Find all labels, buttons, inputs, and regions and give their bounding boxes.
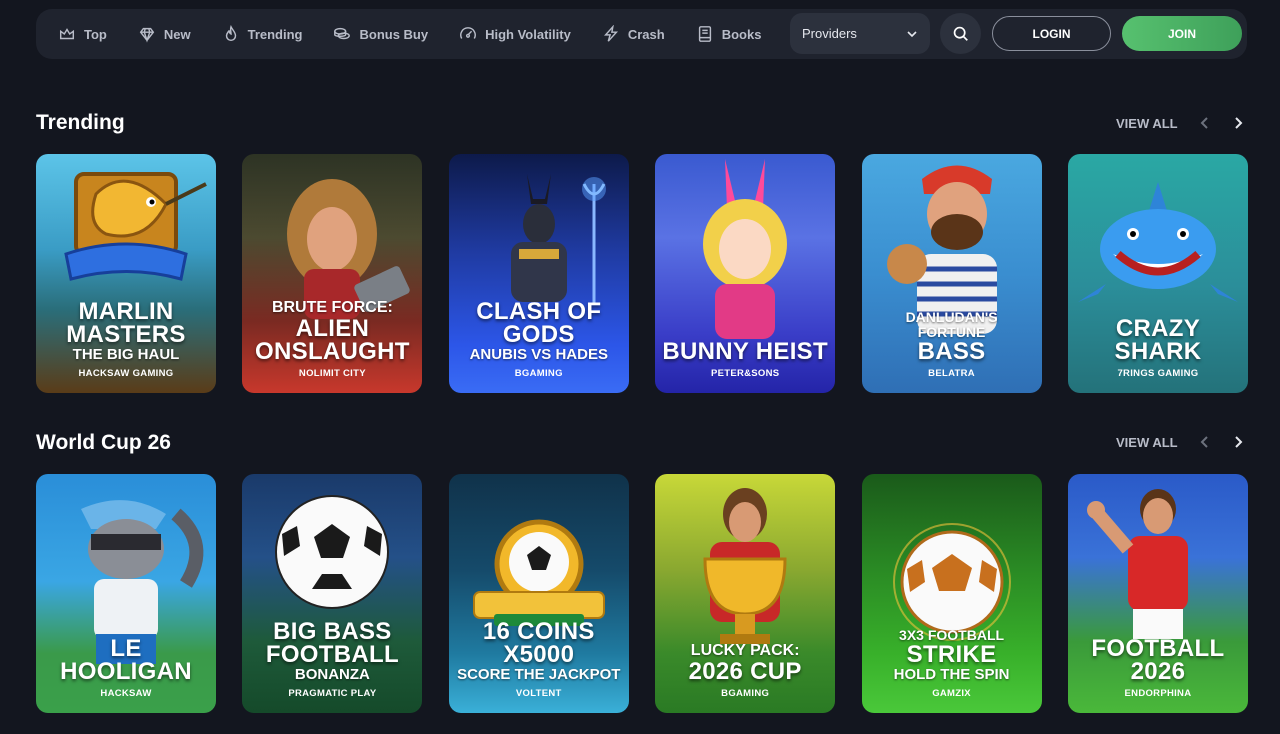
nav-item-new[interactable]: New	[138, 25, 191, 43]
game-title-block: FOOTBALL 2026 ENDORPHINA	[1068, 635, 1248, 700]
nav-item-label: Crash	[627, 26, 665, 42]
game-title: BASS	[917, 338, 986, 365]
search-icon	[953, 26, 968, 41]
game-card[interactable]: MARLIN MASTERS THE BIG HAUL HACKSAW GAMI…	[36, 154, 216, 393]
nav-item-trending[interactable]: Trending	[222, 25, 303, 43]
game-card[interactable]: DANLUDAN'S FORTUNE BASS BELATRA	[861, 154, 1042, 393]
game-card[interactable]: LE HOOLIGAN HACKSAW	[36, 474, 216, 713]
crown-icon	[59, 28, 75, 40]
game-title: MARLIN MASTERS	[66, 298, 186, 348]
bolt-icon	[603, 25, 618, 42]
game-title: ALIEN ONSLAUGHT	[255, 315, 410, 365]
game-title: FOOTBALL 2026	[1091, 635, 1225, 685]
game-card[interactable]: BRUTE FORCE: ALIEN ONSLAUGHT NOLIMIT CIT…	[242, 154, 423, 393]
game-provider: BGAMING	[721, 688, 770, 699]
game-provider: HACKSAW GAMING	[78, 368, 174, 379]
game-card[interactable]: BIG BASS FOOTBALL BONANZA PRAGMATIC PLAY	[242, 474, 423, 713]
game-title-block: LE HOOLIGAN HACKSAW	[36, 635, 216, 700]
game-card[interactable]: CRAZY SHARK 7RINGS GAMING	[1067, 154, 1248, 393]
game-provider: ENDORPHINA	[1124, 688, 1192, 699]
game-title: CLASH OF GODS	[476, 298, 602, 348]
section-title-trending: Trending	[36, 111, 125, 134]
game-title-block: BUNNY HEIST PETER&SONS	[655, 338, 835, 380]
game-title-block: DANLUDAN'S FORTUNE BASS BELATRA	[862, 309, 1042, 380]
join-button[interactable]: JOIN	[1122, 16, 1242, 51]
chevron-right-icon	[1235, 436, 1243, 448]
section-title-world-cup: World Cup 26	[36, 431, 171, 454]
nav-item-top[interactable]: Top	[58, 25, 107, 43]
gauge-icon	[460, 27, 477, 39]
flame-icon	[225, 25, 236, 42]
chevron-left-icon	[1200, 117, 1208, 129]
game-provider: PRAGMATIC PLAY	[288, 688, 377, 699]
diamond-icon	[139, 27, 155, 43]
nav-item-label: Books	[721, 26, 762, 42]
game-card[interactable]: BUNNY HEIST PETER&SONS	[655, 154, 836, 393]
chevron-left-icon	[1200, 436, 1208, 448]
game-title-block: BIG BASS FOOTBALL BONANZA PRAGMATIC PLAY	[242, 618, 422, 700]
login-button[interactable]: LOGIN	[992, 16, 1111, 51]
next-arrow-button[interactable]	[1230, 434, 1246, 450]
game-card[interactable]: 16 COINS X5000 SCORE THE JACKPOT VOLTENT	[448, 474, 629, 713]
search-button[interactable]	[940, 13, 981, 54]
nav-item-books[interactable]: Books	[696, 25, 762, 43]
game-row-trending: MARLIN MASTERS THE BIG HAUL HACKSAW GAMI…	[36, 154, 1248, 393]
game-provider: BELATRA	[928, 368, 975, 379]
game-provider: HACKSAW	[100, 688, 152, 699]
game-row-world-cup: LE HOOLIGAN HACKSAW BIG BASS FOOTBALL BO…	[36, 474, 1248, 713]
game-provider: 7RINGS GAMING	[1117, 368, 1199, 379]
game-subtitle: BONANZA	[294, 666, 370, 683]
game-card[interactable]: FOOTBALL 2026 ENDORPHINA	[1067, 474, 1248, 713]
game-title-block: 3X3 FOOTBALL STRIKE HOLD THE SPIN GAMZIX	[862, 628, 1042, 700]
nav-item-label: Bonus Buy	[359, 26, 429, 42]
game-title-block: MARLIN MASTERS THE BIG HAUL HACKSAW GAMI…	[36, 298, 216, 380]
book-icon	[698, 26, 711, 42]
game-title: BUNNY HEIST	[662, 338, 828, 365]
nav-item-label: New	[163, 26, 191, 42]
nav-item-label: Top	[84, 26, 107, 42]
game-subtitle: ANUBIS VS HADES	[469, 346, 608, 363]
nav-item-bonus-buy[interactable]: Bonus Buy	[333, 25, 428, 43]
nav-item-label: Trending	[247, 26, 303, 42]
top-nav: Top New Trending Bonus Buy High Volatili…	[36, 9, 1247, 59]
game-card[interactable]: LUCKY PACK: 2026 CUP BGAMING	[655, 474, 836, 713]
game-card[interactable]: 3X3 FOOTBALL STRIKE HOLD THE SPIN GAMZIX	[861, 474, 1042, 713]
view-all-link[interactable]: VIEW ALL	[1116, 435, 1178, 450]
game-title: BIG BASS FOOTBALL	[265, 618, 399, 668]
coins-icon	[334, 27, 351, 40]
game-subtitle: SCORE THE JACKPOT	[457, 666, 621, 683]
providers-label: Providers	[802, 26, 857, 41]
game-title: LE HOOLIGAN	[60, 635, 192, 685]
next-arrow-button[interactable]	[1230, 115, 1246, 131]
game-title-block: 16 COINS X5000 SCORE THE JACKPOT VOLTENT	[449, 618, 629, 700]
game-title-block: CRAZY SHARK 7RINGS GAMING	[1068, 315, 1248, 380]
game-card[interactable]: CLASH OF GODS ANUBIS VS HADES BGAMING	[448, 154, 629, 393]
game-title-pre: DANLUDAN'S FORTUNE	[905, 309, 998, 340]
game-subtitle: HOLD THE SPIN	[893, 666, 1010, 683]
game-title-block: CLASH OF GODS ANUBIS VS HADES BGAMING	[449, 298, 629, 380]
game-provider: PETER&SONS	[710, 368, 780, 379]
game-provider: GAMZIX	[932, 688, 971, 699]
game-title: 16 COINS X5000	[482, 618, 595, 668]
game-title: 2026 CUP	[688, 658, 802, 685]
game-title: CRAZY SHARK	[1114, 315, 1202, 365]
game-provider: NOLIMIT CITY	[298, 368, 366, 379]
game-provider: BGAMING	[514, 368, 563, 379]
nav-item-crash[interactable]: Crash	[602, 25, 665, 43]
view-all-link[interactable]: VIEW ALL	[1116, 116, 1178, 131]
chevron-down-icon	[907, 30, 917, 37]
game-title: STRIKE	[906, 641, 997, 668]
nav-item-high-volatility[interactable]: High Volatility	[459, 25, 571, 43]
chevron-right-icon	[1235, 117, 1243, 129]
game-provider: VOLTENT	[515, 688, 562, 699]
game-subtitle: THE BIG HAUL	[72, 346, 180, 363]
nav-item-label: High Volatility	[485, 26, 571, 42]
game-title-block: LUCKY PACK: 2026 CUP BGAMING	[655, 642, 835, 699]
game-title-block: BRUTE FORCE: ALIEN ONSLAUGHT NOLIMIT CIT…	[242, 299, 422, 379]
prev-arrow-button[interactable]	[1197, 434, 1213, 450]
providers-select[interactable]: Providers	[790, 13, 930, 54]
prev-arrow-button[interactable]	[1197, 115, 1213, 131]
